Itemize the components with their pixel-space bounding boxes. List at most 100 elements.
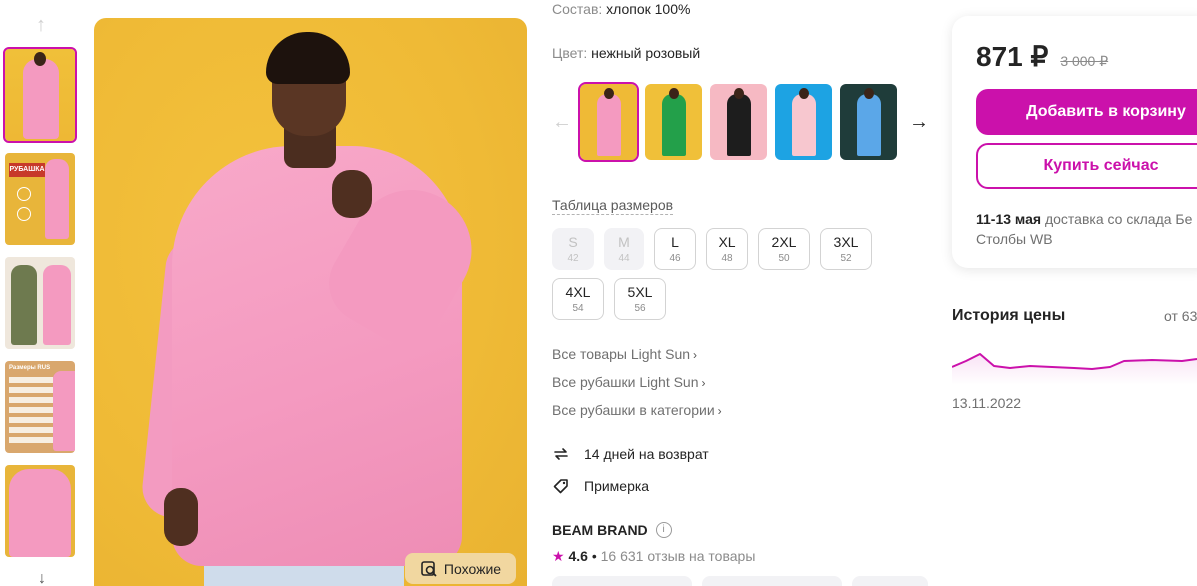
color-swatch-5[interactable]	[840, 84, 897, 160]
thumbnail-5[interactable]	[5, 465, 75, 557]
all-brand-shirts-link[interactable]: Все рубашки Light Sun ›	[552, 374, 706, 390]
chevron-right-icon: ›	[717, 404, 722, 418]
model-head	[34, 52, 46, 66]
price-history-chart[interactable]	[952, 345, 1197, 385]
add-to-cart-button[interactable]: Добавить в корзину	[976, 89, 1197, 135]
color-swatch-4[interactable]	[775, 84, 832, 160]
size-option[interactable]: 5XL 56	[614, 278, 666, 320]
delivery-text: доставка со склада Бе	[1044, 211, 1193, 227]
returns-feature: 14 дней на возврат	[552, 445, 709, 463]
seller-tab[interactable]	[552, 576, 692, 586]
review-count: 16 631 отзыв на товары	[600, 548, 756, 564]
model-figure	[11, 265, 37, 345]
thumbnails-up-arrow-icon[interactable]: ↑	[30, 14, 52, 36]
thumbnail-1[interactable]	[3, 47, 77, 143]
size-number: 54	[572, 303, 584, 314]
size-option[interactable]: XL 48	[706, 228, 748, 270]
price-history-start-date: 13.11.2022	[952, 395, 1022, 411]
shirt-figure	[53, 371, 75, 451]
size-number: 42	[567, 253, 579, 264]
arrow-left-icon[interactable]: ←	[552, 111, 580, 134]
swatch-shirt	[792, 94, 816, 156]
shirt-figure	[9, 469, 71, 557]
size-label: M	[618, 234, 630, 250]
size-label: 4XL	[565, 284, 591, 300]
similar-search-icon	[421, 560, 437, 577]
color-swatch-3[interactable]	[710, 84, 767, 160]
buy-card: 871 ₽ 3 000 ₽ Добавить в корзину Купить …	[952, 16, 1197, 268]
info-icon[interactable]: i	[655, 522, 672, 538]
swatch-head	[604, 88, 614, 99]
thumbnail-banner: РУБАШКА	[9, 163, 45, 177]
shirt-figure	[45, 159, 69, 239]
composition-key: Состав:	[552, 1, 603, 17]
size-grid	[9, 377, 53, 445]
size-option[interactable]: 2XL 50	[758, 228, 810, 270]
size-label: 3XL	[833, 234, 859, 250]
rating-separator: •	[591, 548, 597, 564]
size-label: S	[568, 234, 578, 250]
color-value: нежный розовый	[591, 45, 701, 61]
price-block: 871 ₽ 3 000 ₽	[976, 40, 1108, 73]
main-product-image[interactable]	[94, 18, 527, 586]
price-history-from: от 63	[1164, 308, 1197, 324]
similar-label: Похожие	[443, 560, 502, 577]
seller-name[interactable]: BEAM BRAND i	[552, 522, 672, 538]
swatch-shirt	[662, 94, 686, 156]
swatch-head	[669, 88, 679, 99]
category-shirts-link[interactable]: Все рубашки в категории ›	[552, 402, 722, 418]
size-number: 44	[618, 253, 630, 264]
refresh-icon	[554, 448, 568, 460]
link-label: Все товары Light Sun	[552, 346, 691, 362]
seller-tab[interactable]	[852, 576, 928, 586]
delivery-text-2: Столбы WB	[976, 231, 1053, 247]
size-number: 48	[721, 253, 733, 264]
size-option[interactable]: L 46	[654, 228, 696, 270]
color-attribute: Цвет: нежный розовый	[552, 45, 700, 61]
rating-value: 4.6	[568, 548, 588, 564]
swatch-head	[734, 88, 744, 99]
similar-button[interactable]: Похожие	[405, 553, 516, 584]
color-key: Цвет:	[552, 45, 588, 61]
link-label: Все рубашки Light Sun	[552, 374, 699, 390]
size-label: L	[671, 234, 679, 250]
old-price: 3 000 ₽	[1060, 53, 1109, 69]
delivery-dates: 11-13 мая	[976, 211, 1042, 227]
hand	[164, 488, 198, 546]
thumbnails-down-arrow-icon[interactable]: ↓	[32, 571, 52, 586]
hand	[332, 170, 372, 218]
size-number: 50	[778, 253, 790, 264]
shirt-figure	[23, 59, 59, 139]
seller-tab[interactable]	[702, 576, 842, 586]
size-table-link[interactable]: Таблица размеров	[552, 197, 674, 215]
swatch-shirt	[727, 94, 751, 156]
arrow-right-icon[interactable]: →	[907, 111, 931, 134]
size-option[interactable]: M 44	[604, 228, 644, 270]
thumbnail-3[interactable]	[5, 257, 75, 349]
size-list: S 42 M 44 L 46 XL 48 2XL 50 3XL 52 4XL 54 5XL 56	[552, 228, 882, 320]
fitting-feature: Примерка	[552, 477, 649, 495]
size-number: 52	[840, 253, 852, 264]
color-swatch-1[interactable]	[578, 82, 639, 162]
current-price: 871 ₽	[976, 41, 1049, 72]
size-option[interactable]: 3XL 52	[820, 228, 872, 270]
chevron-right-icon: ›	[693, 348, 698, 362]
color-swatch-2[interactable]	[645, 84, 702, 160]
size-number: 46	[669, 253, 681, 264]
size-label: XL	[718, 234, 736, 250]
star-icon: ★	[552, 548, 565, 564]
size-option[interactable]: 4XL 54	[552, 278, 604, 320]
thumbnail-2[interactable]: РУБАШКА	[5, 153, 75, 245]
all-brand-products-link[interactable]: Все товары Light Sun ›	[552, 346, 697, 362]
size-label: 5XL	[627, 284, 653, 300]
fitting-label: Примерка	[584, 478, 650, 494]
size-number: 56	[634, 303, 646, 314]
thumbnail-list: РУБАШКА Размеры RUS	[3, 47, 77, 569]
seller-name-label: BEAM BRAND	[552, 522, 648, 538]
swatch-shirt	[857, 94, 881, 156]
link-label: Все рубашки в категории	[552, 402, 715, 418]
size-option[interactable]: S 42	[552, 228, 594, 270]
thumbnail-4[interactable]: Размеры RUS	[5, 361, 75, 453]
tag-icon	[553, 479, 568, 494]
buy-now-button[interactable]: Купить сейчас	[976, 143, 1197, 189]
